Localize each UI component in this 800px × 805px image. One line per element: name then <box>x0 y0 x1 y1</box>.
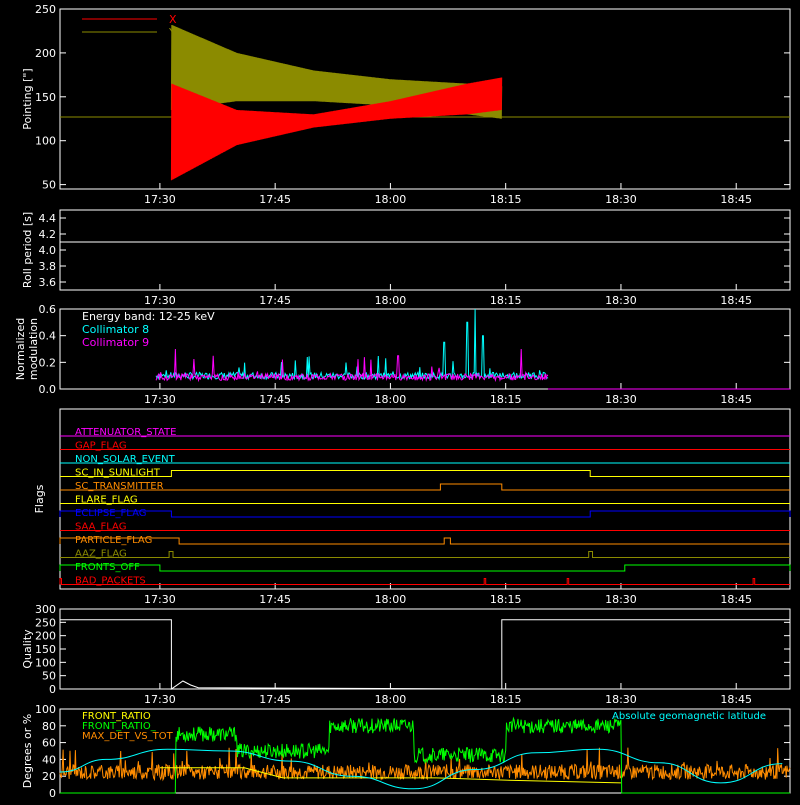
panel-roll-frame <box>59 209 791 291</box>
panel-quality-ylabel: Quality <box>21 629 34 669</box>
legend-y-label: Y <box>168 26 176 39</box>
ytick-label: 4.0 <box>39 244 57 257</box>
xtick-label: 18:00 <box>375 393 407 406</box>
chart-figure: Pointing ["] 50 100 150 200 250 17:30 17:45 18… <box>0 0 800 800</box>
ytick-label: 100 <box>35 703 56 716</box>
energy-band-annotation: Energy band: 12-25 keV <box>82 310 215 323</box>
xtick-label: 18:45 <box>720 193 752 206</box>
xtick-label: 18:15 <box>490 593 522 606</box>
xtick-label: 18:30 <box>605 393 637 406</box>
xtick-label: 17:45 <box>259 693 291 706</box>
panel-modulation-ylabel-2: modulation <box>27 318 40 380</box>
ytick-label: 0.4 <box>39 330 57 343</box>
xtick-label: 18:15 <box>490 193 522 206</box>
flag-line-particle-flag <box>59 537 790 545</box>
xtick-label: 18:45 <box>720 593 752 606</box>
flag-line-sc-in-sunlight <box>60 470 790 477</box>
panel-degrees: Degrees or % 020406080100 FRONT_RATIO FR… <box>21 703 791 800</box>
xtick-label: 18:15 <box>490 393 522 406</box>
chart-svg: Pointing ["] 50100150200250 17:30 17:45 18… <box>14 3 791 800</box>
ytick-label: 3.6 <box>39 276 57 289</box>
ytick-label: 50 <box>42 670 56 683</box>
ytick-label: 200 <box>35 47 56 60</box>
ytick-label: 80 <box>42 720 56 733</box>
xtick-label: 17:30 <box>144 593 176 606</box>
series-collimator-8-line <box>155 308 549 381</box>
ytick-label: 3.8 <box>39 260 57 273</box>
ytick-label: 250 <box>35 616 56 629</box>
legend-x-label: X <box>169 13 177 26</box>
flag-line-aaz-flag <box>60 551 790 558</box>
ytick-label: 150 <box>35 91 56 104</box>
ytick-label: 0 <box>49 787 56 800</box>
xtick-label: 17:45 <box>259 593 291 606</box>
xtick-label: 17:45 <box>259 193 291 206</box>
xtick-label: 18:45 <box>720 693 752 706</box>
xtick-label: 18:00 <box>375 193 407 206</box>
panel-pointing: Pointing ["] 50 100 150 200 250 17:30 17:45 18… <box>21 3 791 206</box>
legend-collimator-8: Collimator 8 <box>82 323 149 336</box>
ytick-label: 0.6 <box>39 303 57 316</box>
xtick-label: 17:45 <box>259 393 291 406</box>
xtick-label: 18:30 <box>605 193 637 206</box>
ytick-label: 0 <box>49 683 56 696</box>
ytick-label: 100 <box>35 135 56 148</box>
panel-roll-period: Roll period [s] 3.6 3.8 4.0 4.2 4.4 17:30 17:… <box>21 209 791 307</box>
xtick-label: 18:45 <box>720 393 752 406</box>
xtick-label: 18:00 <box>375 593 407 606</box>
panel-modulation-ylabel-1: Normalized <box>14 318 27 380</box>
ytick-label: 20 <box>42 770 56 783</box>
xtick-label: 17:30 <box>144 693 176 706</box>
panel-quality-frame <box>59 608 791 690</box>
ytick-label: 300 <box>35 603 56 616</box>
flag-line-eclipse-flag <box>59 510 791 518</box>
xtick-label: 18:30 <box>605 693 637 706</box>
ytick-label: 50 <box>42 179 56 192</box>
panel-quality: Quality 050100150200250300 17:30 17:45 18:… <box>21 603 791 706</box>
ytick-label: 150 <box>35 643 56 656</box>
xtick-label: 18:30 <box>605 294 637 307</box>
panel-flags-ylabel: Flags <box>33 484 46 513</box>
xtick-label: 18:15 <box>490 693 522 706</box>
series-front-ratio-2-line <box>60 716 790 794</box>
legend-max-det: MAX_DET_VS_TOT <box>82 731 174 742</box>
xtick-label: 18:15 <box>490 294 522 307</box>
flag-label-fronts-off: FRONTS_OFF <box>75 562 140 573</box>
ytick-label: 60 <box>42 737 56 750</box>
ytick-label: 0.0 <box>39 383 57 396</box>
geomagnetic-annotation: Absolute geomagnetic latitude <box>612 711 766 722</box>
flag-label-particle-flag: PARTICLE_FLAG <box>75 535 152 546</box>
ytick-label: 250 <box>35 3 56 16</box>
xtick-label: 18:30 <box>605 593 637 606</box>
ytick-label: 200 <box>35 630 56 643</box>
ytick-label: 40 <box>42 753 56 766</box>
panel-degrees-ylabel: Degrees or % <box>21 714 34 788</box>
flag-label-eclipse-flag: ECLIPSE_FLAG <box>75 508 146 519</box>
panel-modulation: Normalized modulation 0.0 0.2 0.4 0.6 17:30… <box>14 303 791 406</box>
xtick-label: 17:30 <box>144 294 176 307</box>
xtick-label: 17:30 <box>144 193 176 206</box>
flag-line-sc-transmitter <box>60 483 790 491</box>
ytick-label: 0.2 <box>39 356 57 369</box>
xtick-label: 18:45 <box>720 294 752 307</box>
flag-line-bad-packets <box>59 578 790 585</box>
xtick-label: 18:00 <box>375 294 407 307</box>
ytick-label: 4.2 <box>39 228 57 241</box>
xtick-label: 18:00 <box>375 693 407 706</box>
panel-flags: Flags 17:30 17:45 18:00 18:15 18:30 18:45 ATT… <box>33 408 791 606</box>
series-quality-line <box>60 619 790 690</box>
panel-roll-ylabel: Roll period [s] <box>21 212 34 288</box>
flag-line-fronts-off <box>59 564 791 572</box>
legend-collimator-9: Collimator 9 <box>82 336 149 349</box>
xtick-label: 17:45 <box>259 294 291 307</box>
ytick-label: 100 <box>35 656 56 669</box>
xtick-label: 17:30 <box>144 393 176 406</box>
ytick-label: 4.4 <box>39 212 57 225</box>
panel-pointing-ylabel: Pointing ["] <box>21 68 34 129</box>
